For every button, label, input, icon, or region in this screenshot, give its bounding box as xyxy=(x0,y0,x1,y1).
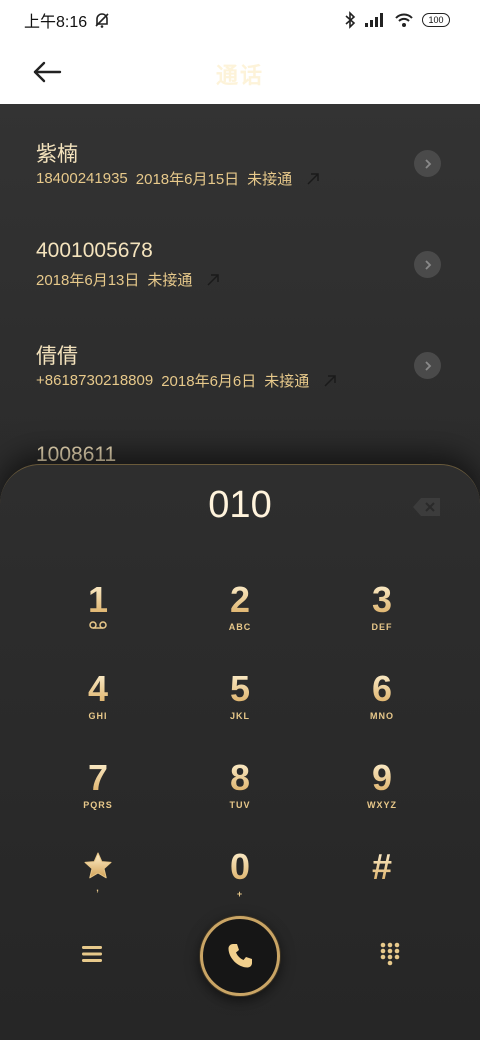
dial-key-3[interactable]: 3 DEF xyxy=(332,580,432,660)
key-letters: WXYZ xyxy=(367,800,397,810)
call-detail: +8618730218809 2018年6月6日 未接通 xyxy=(36,370,337,391)
outgoing-arrow-icon xyxy=(324,374,337,387)
status-left: 上午8:16 xyxy=(24,8,111,32)
call-details-button[interactable] xyxy=(414,251,441,278)
key-letters: ABC xyxy=(228,622,252,632)
key-letters: MNO xyxy=(370,711,394,721)
call-details-button[interactable] xyxy=(414,150,441,177)
call-number: +8618730218809 xyxy=(36,372,154,389)
call-list: 紫楠 18400241935 2018年6月15日 未接通 4001005678… xyxy=(0,104,480,504)
call-details-button[interactable] xyxy=(414,352,441,379)
call-list-item[interactable]: 倩倩 +8618730218809 2018年6月6日 未接通 xyxy=(0,306,480,406)
dial-key-1[interactable]: 1 xyxy=(48,580,148,660)
call-name: 4001005678 xyxy=(36,239,153,262)
menu-icon xyxy=(82,946,102,962)
call-list-item[interactable]: 紫楠 18400241935 2018年6月15日 未接通 xyxy=(0,104,480,204)
call-button[interactable] xyxy=(200,916,280,996)
battery-level: 100 xyxy=(428,15,444,25)
key-digit: 5 xyxy=(229,668,251,709)
call-name: 紫楠 xyxy=(36,143,78,166)
call-number: 18400241935 xyxy=(36,170,128,187)
chevron-right-icon xyxy=(424,259,431,270)
keypad-grid-icon xyxy=(380,942,400,966)
bluetooth-icon xyxy=(345,11,356,29)
battery-icon: 100 xyxy=(422,13,450,27)
star-icon xyxy=(84,852,112,879)
dial-key-hash[interactable]: # xyxy=(332,847,432,927)
wifi-icon xyxy=(395,13,413,27)
phone-icon xyxy=(228,944,252,968)
dial-key-8[interactable]: 8 TUV xyxy=(190,758,290,838)
dialed-number: 010 xyxy=(208,484,272,526)
key-digit: 1 xyxy=(87,579,109,620)
call-date: 2018年6月15日 xyxy=(135,171,240,188)
backspace-icon[interactable] xyxy=(412,496,442,518)
dial-key-6[interactable]: 6 MNO xyxy=(332,669,432,749)
call-status: 未接通 xyxy=(264,373,310,390)
key-digit: # xyxy=(371,846,393,887)
key-letters: , xyxy=(96,883,100,893)
dial-key-9[interactable]: 9 WXYZ xyxy=(332,758,432,838)
alarm-mute-icon xyxy=(95,13,109,28)
key-digit: 9 xyxy=(371,757,393,798)
menu-button[interactable] xyxy=(74,936,110,972)
status-bar: 上午8:16 100 xyxy=(0,0,480,40)
voicemail-icon xyxy=(89,621,107,629)
dial-key-4[interactable]: 4 GHI xyxy=(48,669,148,749)
key-digit: 0 xyxy=(229,846,251,887)
dialpad-toggle-button[interactable] xyxy=(372,936,408,972)
chevron-right-icon xyxy=(424,158,431,169)
dial-key-2[interactable]: 2 ABC xyxy=(190,580,290,660)
key-letters: GHI xyxy=(88,711,108,721)
call-list-item[interactable]: 4001005678 2018年6月13日 未接通 xyxy=(0,205,480,305)
key-digit: 8 xyxy=(229,757,251,798)
key-letters: + xyxy=(236,889,244,899)
call-detail: 18400241935 2018年6月15日 未接通 xyxy=(36,168,320,189)
key-digit: 7 xyxy=(87,757,109,798)
status-time: 上午8:16 xyxy=(24,14,88,31)
status-right: 100 xyxy=(344,11,450,29)
key-letters: DEF xyxy=(371,622,393,632)
key-letters: TUV xyxy=(229,800,251,810)
header: 通话 xyxy=(0,40,480,104)
key-letters: PQRS xyxy=(83,800,113,810)
key-digit: 6 xyxy=(371,668,393,709)
key-digit: 4 xyxy=(87,668,109,709)
call-status: 未接通 xyxy=(147,272,193,289)
key-digit: 3 xyxy=(371,579,393,620)
key-letters: JKL xyxy=(229,711,250,721)
outgoing-arrow-icon xyxy=(307,172,319,185)
dial-key-0[interactable]: 0 + xyxy=(190,847,290,927)
call-date: 2018年6月13日 xyxy=(36,272,140,289)
outgoing-arrow-icon xyxy=(207,273,220,286)
dial-key-star[interactable]: , xyxy=(48,847,148,927)
call-detail: 2018年6月13日 未接通 xyxy=(36,269,220,290)
chevron-right-icon xyxy=(424,360,431,371)
call-status: 未接通 xyxy=(247,171,293,188)
call-name: 倩倩 xyxy=(36,345,78,368)
key-digit: 2 xyxy=(229,579,251,620)
signal-icon xyxy=(365,13,383,27)
dial-key-7[interactable]: 7 PQRS xyxy=(48,758,148,838)
dialpad-panel: 010 1 2 ABC 3 DEF 4 GHI 5 JKL 6 MNO 7 PQ… xyxy=(0,464,480,1040)
page-title: 通话 xyxy=(215,63,264,88)
dial-key-5[interactable]: 5 JKL xyxy=(190,669,290,749)
call-date: 2018年6月6日 xyxy=(161,373,257,390)
